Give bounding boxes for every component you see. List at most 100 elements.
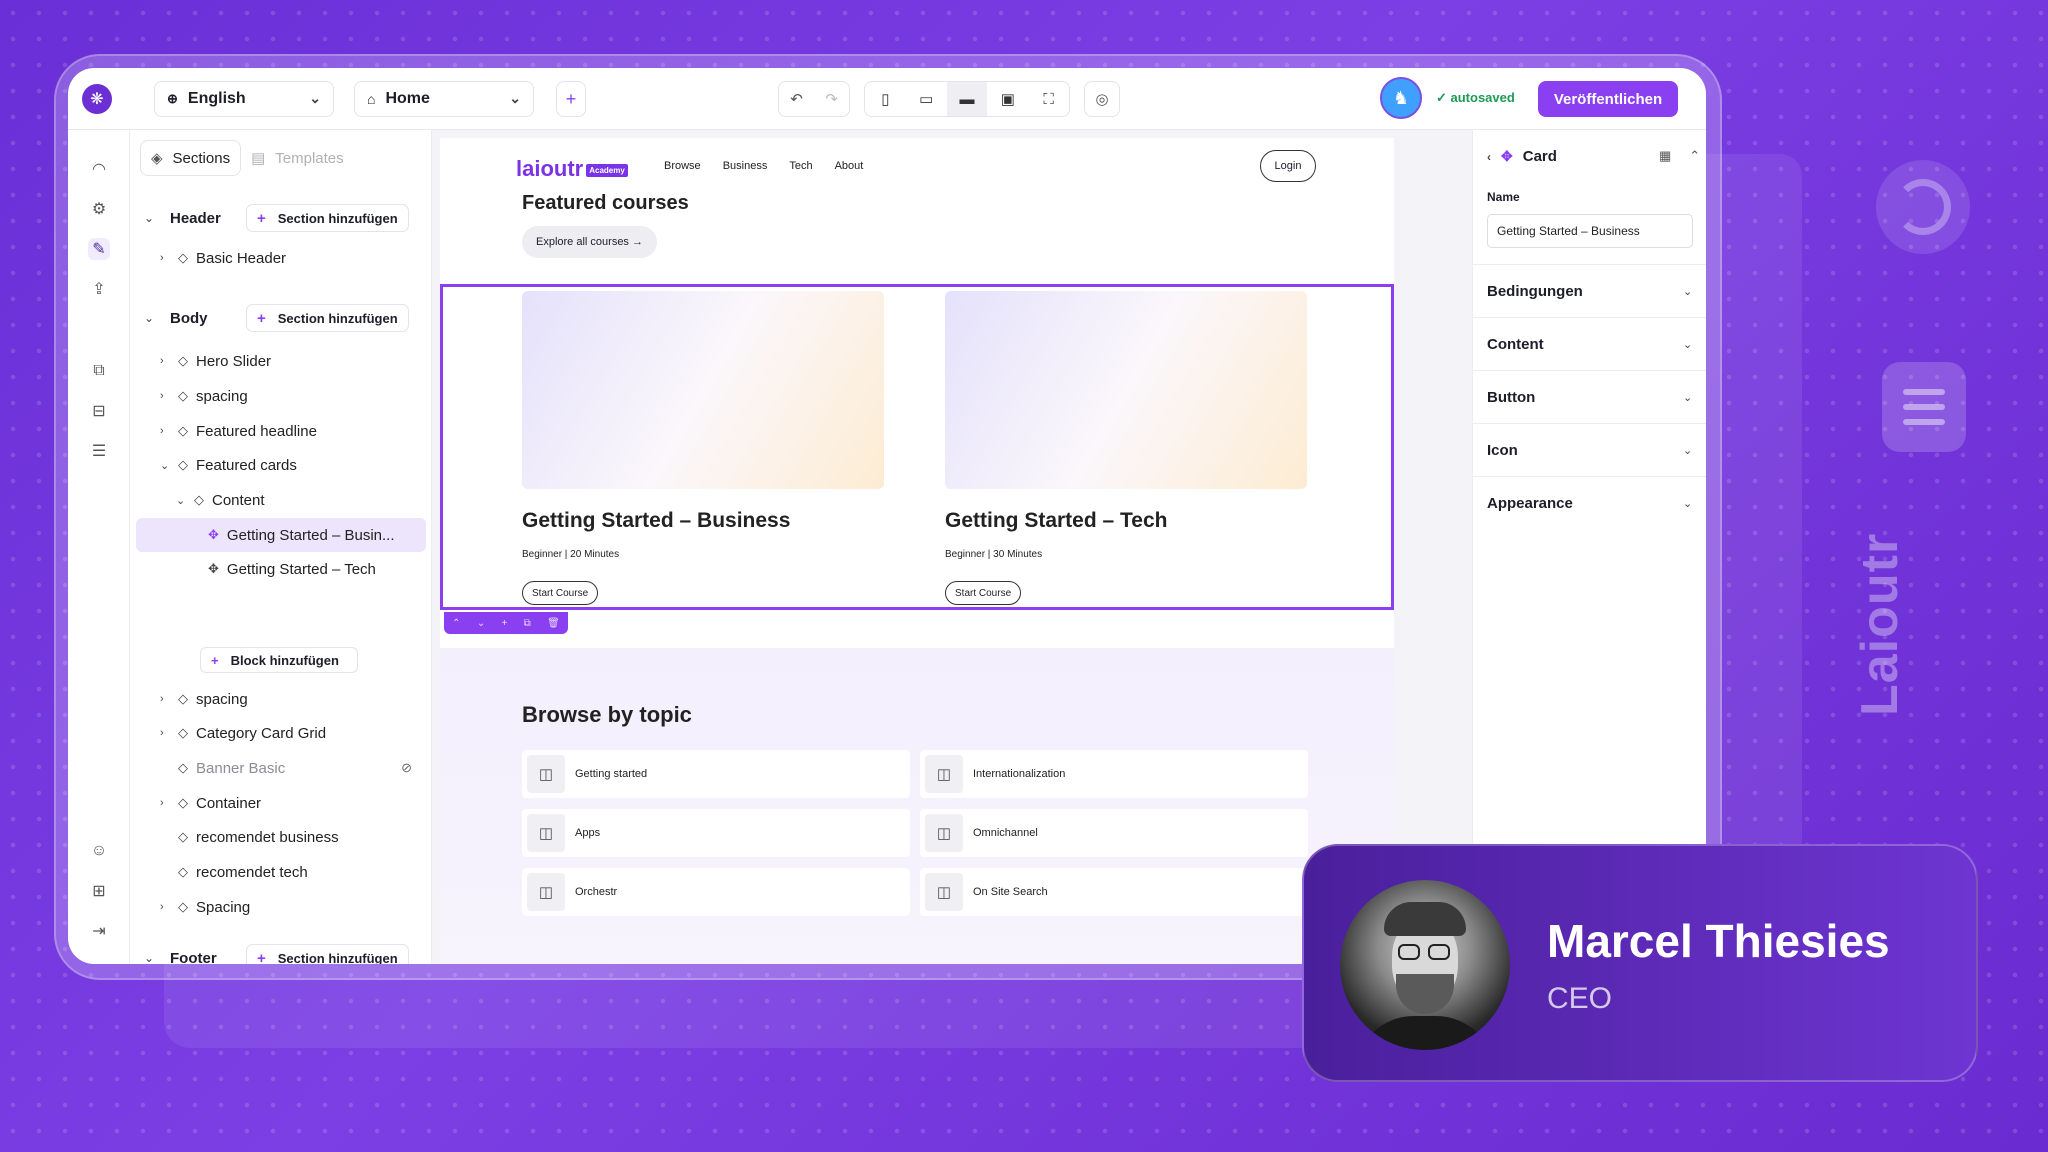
- move-down-icon[interactable]: ⌄: [477, 618, 485, 629]
- page-select[interactable]: ⌂ Home ⌄: [354, 81, 534, 117]
- layer-item[interactable]: › ◇ Category Card Grid: [160, 716, 450, 750]
- accordion-content[interactable]: Content ⌄: [1473, 317, 1706, 370]
- chevron-down-icon: ⌄: [1683, 285, 1693, 298]
- editor-canvas[interactable]: laioutr Academy Browse Business Tech Abou…: [432, 130, 1472, 964]
- explore-button[interactable]: Explore all courses →: [522, 226, 657, 258]
- chevron-down-icon: ⌄: [309, 90, 321, 106]
- nav-link[interactable]: Business: [723, 160, 768, 172]
- accordion-conditions[interactable]: Bedingungen ⌄: [1473, 264, 1706, 317]
- group-title: Body: [170, 309, 208, 327]
- site-nav: laioutr Academy Browse Business Tech Abou…: [440, 138, 1394, 194]
- topic-icon: ◫: [527, 755, 565, 793]
- layer-item[interactable]: ⌄ ◇ Featured cards: [160, 448, 450, 482]
- layer-item[interactable]: › ◇ Featured headline: [160, 414, 450, 448]
- move-up-icon[interactable]: ⌃: [452, 618, 460, 629]
- site-nav-links: Browse Business Tech About: [664, 160, 863, 172]
- database-icon[interactable]: ☰: [88, 440, 110, 462]
- login-button[interactable]: Login: [1260, 150, 1316, 182]
- collapse-icon[interactable]: ⌃: [1689, 148, 1700, 164]
- add-page-button[interactable]: +: [556, 81, 586, 117]
- eye-off-icon[interactable]: ⊘: [401, 760, 412, 776]
- inspector-actions: ▦ ⌃: [1659, 148, 1700, 164]
- name-field[interactable]: Getting Started – Business: [1487, 214, 1693, 248]
- group-header[interactable]: ⌄ Header + Section hinzufügen: [130, 198, 432, 238]
- add-icon[interactable]: +: [502, 618, 508, 629]
- layer-item[interactable]: ⌄ ◇ Content: [176, 483, 466, 517]
- chevron-down-icon: ⌄: [509, 90, 521, 106]
- card-title: Getting Started – Tech: [945, 509, 1168, 532]
- layer-item[interactable]: ✥ Getting Started – Tech: [136, 552, 426, 586]
- accordion-button[interactable]: Button ⌄: [1473, 370, 1706, 423]
- trash-icon[interactable]: 🗑: [547, 618, 560, 629]
- app-logo-icon[interactable]: ❋: [82, 84, 112, 114]
- nav-link[interactable]: About: [835, 160, 864, 172]
- docs-icon[interactable]: ⊞: [88, 880, 110, 902]
- layers-icon: ◈: [151, 150, 163, 167]
- layer-item[interactable]: › ◇ Container: [160, 786, 450, 820]
- add-section-button[interactable]: + Section hinzufügen: [246, 304, 409, 332]
- editor-window: ❋ ⊕ English ⌄ ⌂ Home ⌄ + ↶ ↷ ▯ ▭ ▬ ▣ ⛶ ◎…: [68, 68, 1706, 964]
- layer-item[interactable]: › ◇ spacing: [160, 379, 450, 413]
- menu-icon: [1882, 362, 1966, 452]
- layer-item[interactable]: ◇ recomendet business: [160, 820, 450, 854]
- layer-item-hidden[interactable]: ◇ Banner Basic ⊘: [160, 751, 428, 785]
- topic-card[interactable]: ◫ Omnichannel: [920, 809, 1308, 857]
- layer-item-selected[interactable]: ✥ Getting Started – Busin...: [136, 518, 426, 552]
- topic-card[interactable]: ◫ Getting started: [522, 750, 910, 798]
- devices-icon[interactable]: ⊟: [88, 400, 110, 422]
- add-block-button[interactable]: + Block hinzufügen: [200, 647, 358, 673]
- publish-button[interactable]: Veröffentlichen: [1538, 81, 1678, 117]
- topic-card[interactable]: ◫ Orchestr: [522, 868, 910, 916]
- desktop-icon[interactable]: ▣: [987, 82, 1028, 116]
- brush-icon[interactable]: ✎: [88, 238, 110, 260]
- speaker-role: CEO: [1547, 982, 1613, 1015]
- add-section-button[interactable]: + Section hinzufügen: [246, 944, 409, 964]
- fullscreen-icon[interactable]: ⛶: [1028, 82, 1069, 116]
- laptop-icon[interactable]: ▬: [946, 82, 988, 116]
- start-course-button[interactable]: Start Course: [945, 581, 1022, 605]
- upload-icon[interactable]: ⇪: [88, 278, 110, 300]
- back-icon[interactable]: ‹: [1487, 150, 1491, 164]
- tab-templates[interactable]: ▤ Templates: [241, 140, 354, 176]
- chevron-down-icon: ⌄: [1683, 444, 1693, 457]
- help-button[interactable]: ◎: [1084, 81, 1120, 117]
- tab-sections[interactable]: ◈ Sections: [140, 140, 242, 176]
- featured-cards-selected[interactable]: Getting Started – Business Beginner | 20…: [440, 284, 1394, 610]
- layer-item[interactable]: › ◇ spacing: [160, 682, 450, 716]
- add-section-button[interactable]: + Section hinzufügen: [246, 204, 409, 232]
- topic-card[interactable]: ◫ On Site Search: [920, 868, 1308, 916]
- nav-link[interactable]: Browse: [664, 160, 701, 172]
- layer-item[interactable]: › ◇ Basic Header: [160, 241, 450, 275]
- name-label: Name: [1487, 190, 1520, 204]
- layer-item[interactable]: › ◇ Hero Slider: [160, 344, 450, 378]
- inspector-header: ‹ ✥ Card: [1487, 148, 1557, 165]
- topic-icon: ◫: [925, 873, 963, 911]
- tablet-icon[interactable]: ▭: [906, 82, 947, 116]
- duplicate-icon[interactable]: ⧉: [524, 618, 531, 629]
- accordion-icon[interactable]: Icon ⌄: [1473, 423, 1706, 476]
- integrations-icon[interactable]: ⧉: [88, 360, 110, 382]
- topic-card[interactable]: ◫ Apps: [522, 809, 910, 857]
- avatar[interactable]: ♞: [1380, 77, 1422, 119]
- redo-icon[interactable]: ↷: [825, 90, 838, 108]
- accordion-appearance[interactable]: Appearance ⌄: [1473, 476, 1706, 529]
- layout-icon[interactable]: ▦: [1659, 148, 1671, 164]
- start-course-button[interactable]: Start Course: [522, 581, 599, 605]
- topic-card[interactable]: ◫ Internationalization: [920, 750, 1308, 798]
- nav-link[interactable]: Tech: [789, 160, 812, 172]
- logout-icon[interactable]: ⇥: [88, 920, 110, 942]
- settings-icon[interactable]: ⚙: [88, 198, 110, 220]
- dashboard-icon[interactable]: ◠: [88, 158, 110, 180]
- layer-item[interactable]: ◇ recomendet tech: [160, 855, 450, 889]
- language-select[interactable]: ⊕ English ⌄: [154, 81, 334, 117]
- mobile-icon[interactable]: ▯: [865, 82, 906, 116]
- layer-item[interactable]: › ◇ Spacing: [160, 890, 450, 924]
- group-body[interactable]: ⌄ Body + Section hinzufügen: [130, 298, 432, 338]
- topic-icon: ◫: [925, 814, 963, 852]
- undo-icon[interactable]: ↶: [790, 90, 803, 108]
- chevron-down-icon: ⌄: [1683, 497, 1693, 510]
- user-icon[interactable]: ☺: [88, 840, 110, 862]
- site-logo[interactable]: laioutr Academy: [516, 156, 628, 182]
- group-footer[interactable]: ⌄ Footer + Section hinzufügen: [130, 938, 432, 964]
- chevron-down-icon: ⌄: [144, 211, 155, 225]
